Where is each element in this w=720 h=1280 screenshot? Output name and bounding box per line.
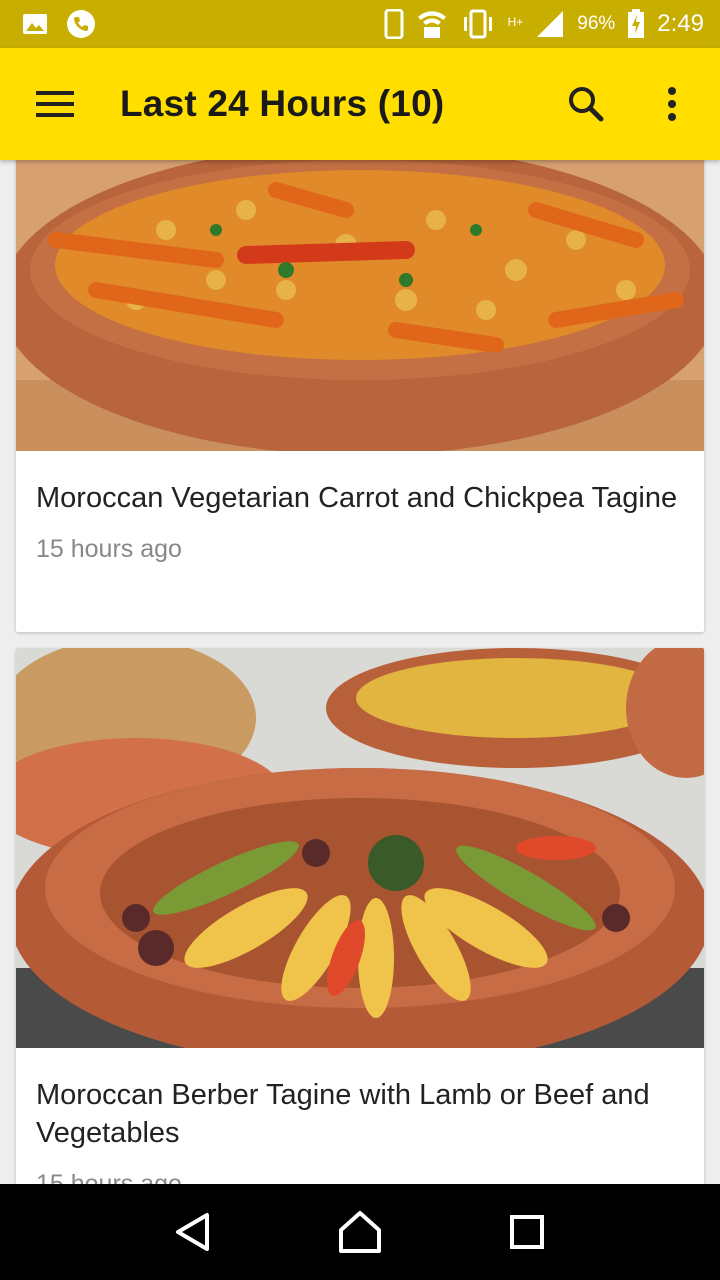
recipe-photo-berber-tagine[interactable]	[16, 648, 704, 1048]
card-body: Moroccan Vegetarian Carrot and Chickpea …	[16, 451, 704, 564]
page-title: Last 24 Hours (10)	[120, 83, 445, 124]
recipe-title[interactable]: Moroccan Vegetarian Carrot and Chickpea …	[36, 479, 684, 517]
status-right: H+ 96% 2:49	[384, 9, 704, 39]
recipe-title[interactable]: Moroccan Berber Tagine with Lamb or Beef…	[36, 1076, 684, 1152]
phone-icon	[66, 9, 96, 39]
clock: 2:49	[657, 10, 704, 37]
search-icon[interactable]	[558, 76, 614, 132]
recipe-timestamp: 15 hours ago	[36, 1170, 182, 1184]
wifi-icon	[416, 9, 448, 39]
signal-icon	[535, 10, 565, 38]
card-body: Moroccan Berber Tagine with Lamb or Beef…	[16, 1048, 704, 1184]
status-left	[22, 9, 96, 39]
back-triangle-icon[interactable]	[163, 1202, 223, 1262]
network-type-label: H+	[507, 15, 524, 29]
recipe-card[interactable]: Moroccan Vegetarian Carrot and Chickpea …	[16, 160, 704, 632]
recipe-photo-carrot-chickpea-tagine[interactable]	[16, 160, 704, 451]
system-nav-bar	[0, 1184, 720, 1280]
feed-list[interactable]: Moroccan Vegetarian Carrot and Chickpea …	[0, 160, 720, 1184]
hamburger-menu-icon[interactable]	[36, 84, 76, 124]
recipe-timestamp: 15 hours ago	[36, 535, 182, 563]
status-bar: H+ 96% 2:49	[0, 0, 720, 48]
home-icon[interactable]	[330, 1202, 390, 1262]
image-icon	[22, 12, 48, 36]
battery-charging-icon	[627, 9, 645, 39]
vibrate-device-icon	[384, 9, 404, 39]
recipe-card[interactable]: Moroccan Berber Tagine with Lamb or Beef…	[16, 648, 704, 1184]
more-vert-icon[interactable]	[644, 76, 700, 132]
app-bar: Last 24 Hours (10)	[0, 48, 720, 160]
recents-square-icon[interactable]	[497, 1202, 557, 1262]
vibrate-icon	[460, 9, 496, 39]
battery-percent: 96%	[577, 13, 616, 34]
